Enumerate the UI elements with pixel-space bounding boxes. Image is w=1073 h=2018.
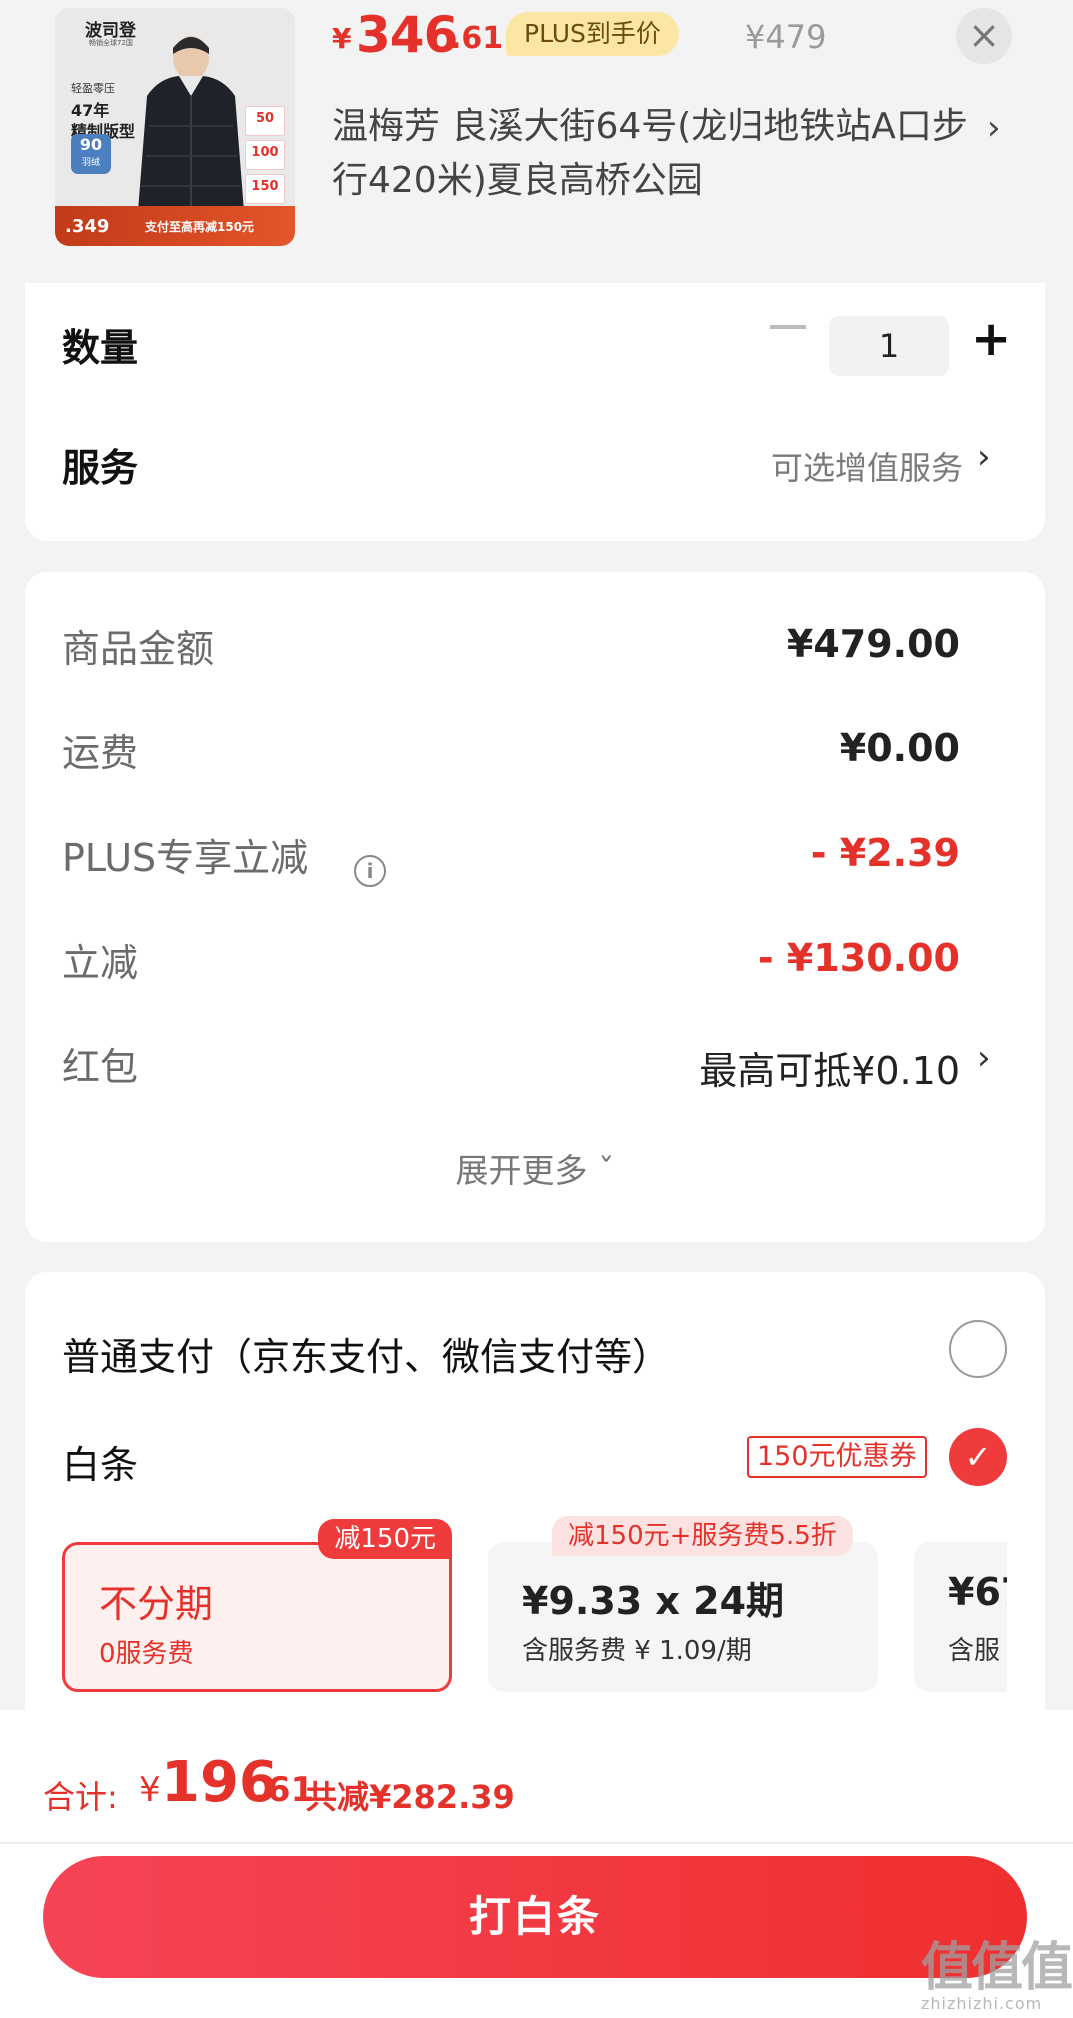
price-decimal: .61	[450, 21, 504, 56]
price-summary-card: 商品金额 ¥479.00 运费 ¥0.00 PLUS专享立减 i - ¥2.39…	[25, 572, 1045, 1242]
price-currency: ¥	[332, 22, 352, 55]
chevron-right-icon[interactable]: ›	[977, 1038, 991, 1078]
original-price: ¥479	[745, 18, 827, 56]
down-label: 羽绒	[81, 158, 100, 168]
checkout-footer: 合计: ¥ 196 .61 共减¥282.39 打白条	[0, 1710, 1073, 2018]
plus-icon[interactable]: +	[971, 311, 1011, 367]
thumb-coupon: 150	[245, 174, 285, 204]
normal-payment-radio[interactable]	[949, 1320, 1007, 1378]
summary-row-value: - ¥2.39	[810, 831, 960, 875]
summary-row-label: 红包	[62, 1045, 139, 1089]
watermark-logo: 值值值	[921, 1938, 1073, 1998]
total-saving: 共减¥282.39	[305, 1778, 515, 1816]
plus-price-badge: PLUS到手价	[506, 12, 679, 56]
summary-row-label: 立减	[62, 941, 139, 985]
quantity-service-card: 数量 1 + 服务 可选增值服务 ›	[25, 283, 1045, 541]
plan-subtitle: 含服务费 ¥ 1.09/期	[522, 1636, 752, 1666]
shipping-address[interactable]: 温梅芳 良溪大街64号(龙归地铁站A口步行420米)夏良高桥公园	[332, 100, 972, 208]
down-number: 90	[79, 135, 103, 154]
plan-badge: 减150元	[318, 1519, 452, 1559]
coupon-tag[interactable]: 150元优惠券	[747, 1436, 927, 1478]
thumb-brand-sub: 畅销全球72国	[89, 39, 133, 47]
thumb-tag-small: 轻盈零压	[71, 82, 115, 95]
plan-title: ¥67	[948, 1570, 1007, 1614]
service-label: 服务	[62, 446, 139, 490]
thumb-promo-band: .349 支付至高再减150元	[55, 206, 295, 246]
chevron-right-icon[interactable]: ›	[987, 108, 1001, 148]
summary-row-value: - ¥130.00	[757, 936, 960, 980]
site-watermark: 值值值 zhizhizhi.com	[921, 1925, 1073, 2013]
thumb-coupon-stack: 50 100 150	[245, 106, 285, 208]
service-value[interactable]: 可选增值服务	[771, 443, 963, 489]
hongbao-value[interactable]: 最高可抵¥0.10	[699, 1040, 960, 1095]
summary-row-value: ¥479.00	[786, 622, 960, 666]
summary-row-label: PLUS专享立减	[62, 836, 309, 880]
plan-badge: 减150元+服务费5.5折	[552, 1516, 853, 1556]
total-label: 合计:	[43, 1778, 118, 1816]
baitiao-label[interactable]: 白条	[62, 1434, 138, 1489]
payment-card: 普通支付（京东支付、微信支付等） 白条 150元优惠券 ✓ 减150元 不分期 …	[25, 1272, 1045, 1732]
expand-more-button[interactable]: 展开更多 ˇ	[25, 1144, 1045, 1192]
close-button[interactable]: ×	[956, 8, 1012, 64]
divider	[0, 1842, 1073, 1844]
quantity-input[interactable]: 1	[829, 316, 949, 376]
chevron-right-icon[interactable]: ›	[977, 437, 991, 477]
installment-option[interactable]: ¥67 含服	[914, 1542, 1007, 1692]
product-thumbnail[interactable]: 波司登 畅销全球72国 轻盈零压 47年 精制版型 90 羽绒 50 100 1…	[55, 8, 295, 246]
summary-row-label: 商品金额	[62, 627, 215, 671]
total-currency: ¥	[139, 1770, 161, 1810]
down-badge: 90 羽绒	[71, 134, 111, 174]
thumb-coupon: 50	[245, 106, 285, 136]
baitiao-radio[interactable]: ✓	[949, 1428, 1007, 1486]
product-header: 波司登 畅销全球72国 轻盈零压 47年 精制版型 90 羽绒 50 100 1…	[0, 0, 1073, 283]
thumb-coupon: 100	[245, 140, 285, 170]
plan-title: 不分期	[99, 1582, 214, 1626]
checkout-page: 波司登 畅销全球72国 轻盈零压 47年 精制版型 90 羽绒 50 100 1…	[0, 0, 1073, 2018]
price-integer: 346	[356, 6, 458, 64]
check-icon: ✓	[964, 1438, 992, 1476]
plan-title: ¥9.33 x 24期	[522, 1579, 785, 1623]
thumb-promo-text: 支付至高再减150元	[145, 220, 255, 234]
model-jacket-image	[137, 36, 245, 224]
close-icon: ×	[968, 13, 1000, 57]
summary-row-label: 运费	[62, 731, 139, 775]
installment-option[interactable]: 减150元 不分期 0服务费	[62, 1519, 452, 1692]
installment-option[interactable]: 减150元+服务费5.5折 ¥9.33 x 24期 含服务费 ¥ 1.09/期	[488, 1516, 878, 1692]
info-icon[interactable]: i	[354, 855, 386, 887]
summary-row-value: ¥0.00	[839, 726, 960, 770]
minus-icon[interactable]	[770, 325, 806, 329]
plan-subtitle: 0服务费	[99, 1639, 194, 1669]
plan-subtitle: 含服	[948, 1636, 1001, 1666]
normal-payment-label[interactable]: 普通支付（京东支付、微信支付等）	[62, 1326, 670, 1381]
thumb-price: .349	[65, 216, 110, 237]
pay-baitiao-button[interactable]: 打白条	[43, 1856, 1027, 1978]
quantity-label: 数量	[62, 326, 139, 370]
